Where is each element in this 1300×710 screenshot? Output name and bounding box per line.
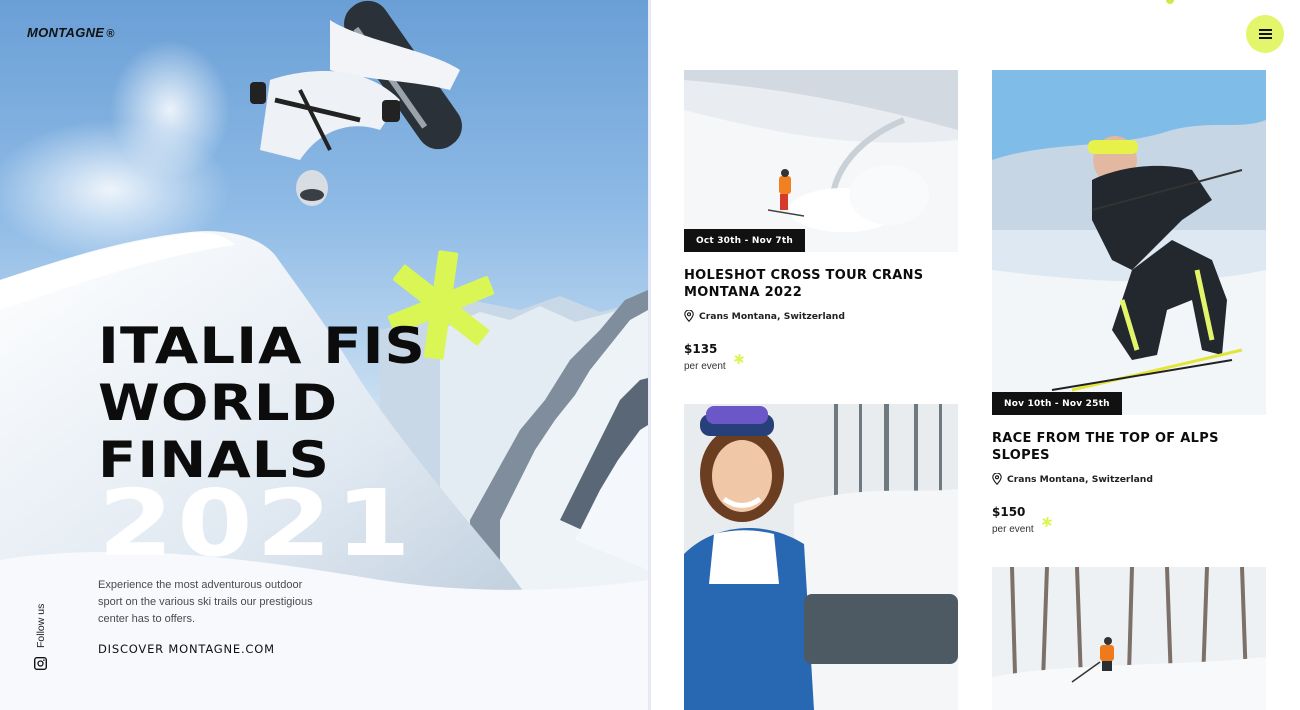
asterisk-icon [734,354,744,364]
hero-description: Experience the most adventurous outdoor … [98,579,313,625]
hamburger-icon [1258,29,1272,39]
hero-year: 2021 [98,470,415,577]
instagram-icon[interactable] [34,657,47,670]
hero-title: ITALIA FIS WORLD FINALS [98,317,427,489]
date-badge: Nov 10th - Nov 25th [992,392,1122,415]
event-price-amount: $150 [992,505,1026,519]
event-price-unit: per event [684,361,726,372]
map-pin-icon [684,310,694,322]
event-location: Crans Montana, Switzerland [684,310,958,322]
decor-dot [1166,0,1174,4]
menu-button[interactable] [1246,15,1284,53]
event-location: Crans Montana, Switzerland [992,473,1266,485]
brand-logo[interactable]: MONTAGNE ® [27,25,115,40]
event-card[interactable] [992,567,1266,710]
event-photo [992,567,1266,710]
asterisk-icon [1042,517,1052,527]
event-card[interactable]: Nov 10th - Nov 25th RACE FROM THE TOP OF… [992,70,1266,537]
event-price-unit: per event [992,524,1034,535]
event-card[interactable] [684,404,958,710]
event-location-text: Crans Montana, Switzerland [1007,473,1153,485]
event-photo: Nov 10th - Nov 25th [992,70,1266,415]
event-card[interactable]: Oct 30th - Nov 7th HOLESHOT CROSS TOUR C… [684,70,958,374]
event-photo [684,404,958,710]
event-price: $150 per event [992,505,1266,537]
event-location-text: Crans Montana, Switzerland [699,310,845,322]
hero-section: MONTAGNE ® ITALIA FIS WORLD FINALS 2021 E… [0,0,648,710]
event-price: $135 per event [684,342,958,374]
event-title[interactable]: HOLESHOT CROSS TOUR CRANS MONTANA 2022 [684,267,958,301]
map-pin-icon [992,473,1002,485]
follow-us-label: Follow us [35,603,47,648]
event-price-amount: $135 [684,342,718,356]
discover-link[interactable]: DISCOVER MONTAGNE.COM [98,642,275,656]
hero-divider [648,0,651,710]
date-badge: Oct 30th - Nov 7th [684,229,805,252]
event-title[interactable]: RACE FROM THE TOP OF ALPS SLOPES [992,430,1266,464]
event-photo: Oct 30th - Nov 7th [684,70,958,252]
